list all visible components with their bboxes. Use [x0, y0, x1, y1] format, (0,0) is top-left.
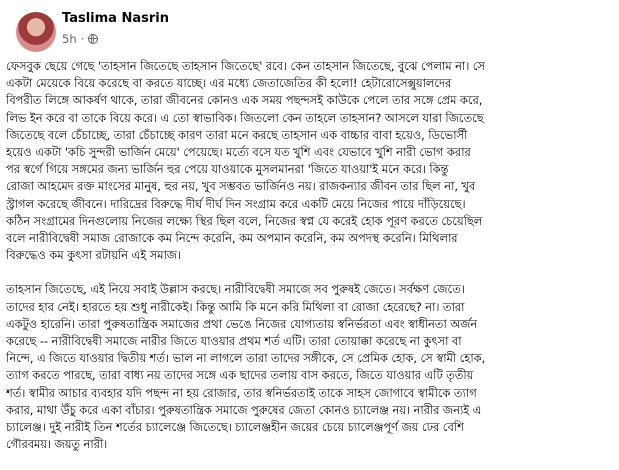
paragraph-line: স্ট্রাগল করেছে জীবনে। দারিদ্রের বিরুদ্ধে…: [6, 196, 466, 211]
paragraph-line: শর্ত। স্বামীর আচার ব্যবহার যদি পছন্দ না …: [6, 385, 477, 400]
author-name[interactable]: Taslima Nasrin: [62, 11, 169, 26]
post-paragraph: ফেসবুক ছেয়ে গেছে 'তাহসান জিতেছে তাহসান …: [6, 58, 612, 264]
post-header: Taslima Nasrin 5h ·: [16, 8, 606, 52]
post-body: ফেসবুক ছেয়ে গেছে 'তাহসান জিতেছে তাহসান …: [6, 58, 612, 470]
paragraph-line: তাদের হার নেই। হারতে হয় শুধু নারীকেই। ক…: [6, 299, 465, 314]
paragraph-line: একটুও হারেনি। তারা পুরুষতান্ত্রিক সমাজের…: [6, 316, 478, 331]
paragraph-line: একটা মেয়েকে বিয়ে করেছে বা করতে যাচ্ছে।…: [6, 76, 452, 91]
paragraph-line: জিতেছে বলে চেঁচাচ্ছে, তারা চেঁচাচ্ছে কার…: [6, 127, 468, 142]
paragraph-line: রোজা আহমেদ রক্ত মাংসের মানুষ, হুর নয়, খ…: [6, 179, 476, 194]
paragraph-line: বলে নারীবিদ্বেষী সমাজ রোজাকে কম নিন্দে ক…: [6, 231, 458, 246]
paragraph-line: গৌরবময়। জয়তু নারী।: [6, 437, 108, 452]
paragraph-line: ফেসবুক ছেয়ে গেছে 'তাহসান জিতেছে তাহসান …: [6, 59, 485, 73]
separator-dot: ·: [80, 32, 85, 46]
post-paragraph: তাহসান জিতেছে, এই নিয়ে সবাই উল্লাস করছে…: [6, 281, 612, 453]
paragraph-line: চ্যালেঞ্জ। দুই নারীই তিন শর্তের চ্যালেঞ্…: [6, 420, 464, 435]
paragraph-line: করার, মাথা উঁচু করে একা বাঁচার। পুরুষতান…: [6, 402, 482, 417]
paragraph-line: লিভ ইন করে বা তাকে বিয়ে করে। এ তো স্বাভ…: [6, 110, 484, 125]
paragraph-line: কঠিন সংগ্রামের দিনগুলোয় নিজের লক্ষ্যে স…: [6, 213, 483, 228]
paragraph-line: বিপরীত লিঙ্গে আকর্ষণ থাকে, তারা জীবনের ক…: [6, 93, 483, 108]
post-time[interactable]: 5h: [62, 32, 77, 46]
post-meta: 5h ·: [62, 32, 99, 46]
paragraph-line: ত্যাগ করতে পারছে, তারা বাধ্য নয় তাদের স…: [6, 368, 474, 383]
globe-icon[interactable]: [88, 34, 99, 44]
paragraph-line: তাহসান জিতেছে, এই নিয়ে সবাই উল্লাস করছে…: [6, 282, 465, 297]
paragraph-line: নিন্দে, এ জিতে যাওয়ার দ্বিতীয় শর্ত। ভা…: [6, 351, 486, 366]
paragraph-line: হয়েও একটা 'কচি সুন্দরী ভার্জিন মেয়ে' প…: [6, 145, 471, 160]
paragraph-line: পর স্বর্গে গিয়ে সঙ্গমের জন্য ভার্জিন হু…: [6, 162, 449, 177]
avatar[interactable]: [16, 12, 56, 52]
facebook-post: Taslima Nasrin 5h · ফেসবুক ছেয়ে গেছে 'ত…: [0, 0, 619, 465]
paragraph-line: করেছে -- নারীবিদ্বেষী সমাজে নারীর জিতে য…: [6, 334, 462, 349]
paragraph-line: বিরুদ্ধেও কম কুৎসা রটায়নি এই সমাজ।: [6, 248, 182, 263]
